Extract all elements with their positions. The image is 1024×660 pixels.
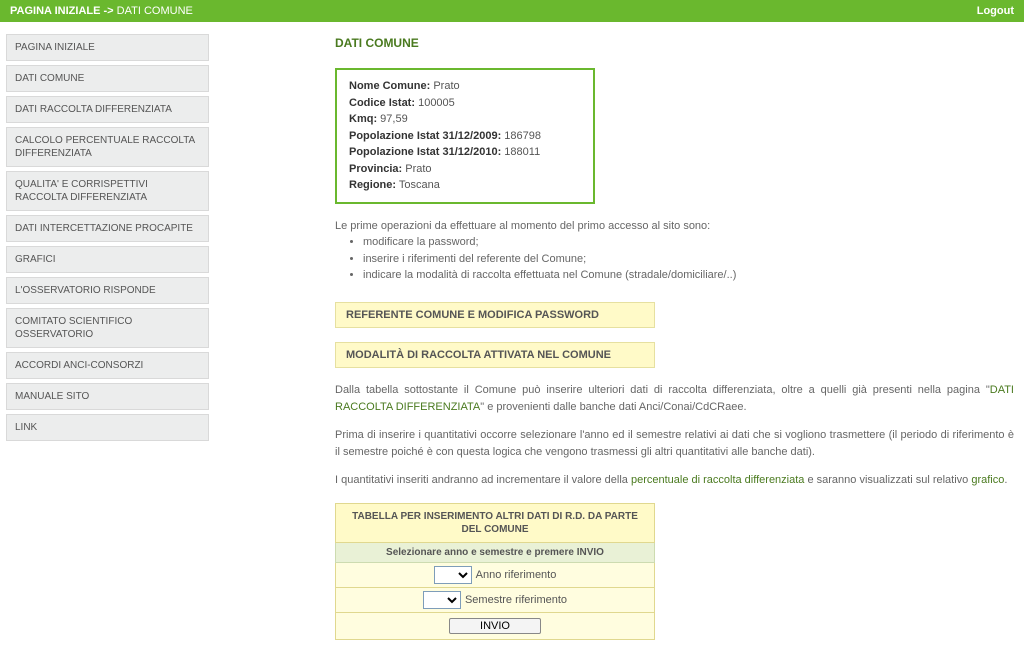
- insert-data-form: TABELLA PER INSERIMENTO ALTRI DATI DI R.…: [335, 503, 655, 640]
- sidebar-item-grafici[interactable]: GRAFICI: [6, 246, 209, 273]
- sidebar-item-calcolo-percentuale[interactable]: CALCOLO PERCENTUALE RACCOLTA DIFFERENZIA…: [6, 127, 209, 167]
- sidebar-item-dati-raccolta[interactable]: DATI RACCOLTA DIFFERENZIATA: [6, 96, 209, 123]
- breadcrumb-home[interactable]: PAGINA INIZIALE: [10, 5, 100, 17]
- info-pop2009-label: Popolazione Istat 31/12/2009:: [349, 130, 501, 142]
- paragraph-3: I quantitativi inseriti andranno ad incr…: [335, 472, 1014, 490]
- sidebar-item-link[interactable]: LINK: [6, 414, 209, 441]
- info-kmq-label: Kmq:: [349, 113, 377, 125]
- info-pop2010-value: 188011: [504, 146, 540, 158]
- info-pop2009-value: 186798: [504, 130, 541, 142]
- page-title: DATI COMUNE: [335, 36, 1014, 50]
- anno-select[interactable]: [434, 566, 472, 584]
- invio-button[interactable]: INVIO: [449, 618, 541, 634]
- logout-link[interactable]: Logout: [977, 5, 1014, 17]
- sidebar-item-pagina-iniziale[interactable]: PAGINA INIZIALE: [6, 34, 209, 61]
- breadcrumb-sep: ->: [104, 5, 114, 17]
- form-header: TABELLA PER INSERIMENTO ALTRI DATI DI R.…: [336, 504, 655, 543]
- semestre-label: Semestre riferimento: [465, 594, 567, 606]
- breadcrumb: PAGINA INIZIALE -> DATI COMUNE: [10, 5, 193, 17]
- sidebar-item-comitato-scientifico[interactable]: COMITATO SCIENTIFICO OSSERVATORIO: [6, 308, 209, 348]
- main-content: DATI COMUNE Nome Comune: Prato Codice Is…: [215, 22, 1024, 660]
- sidebar-item-qualita-corrispettivi[interactable]: QUALITA' E CORRISPETTIVI RACCOLTA DIFFER…: [6, 171, 209, 211]
- paragraph-1: Dalla tabella sottostante il Comune può …: [335, 382, 1014, 417]
- intro-item-3: indicare la modalità di raccolta effettu…: [363, 267, 765, 284]
- breadcrumb-current: DATI COMUNE: [117, 5, 193, 17]
- intro-lead: Le prime operazioni da effettuare al mom…: [335, 218, 765, 235]
- sidebar-item-osservatorio-risponde[interactable]: L'OSSERVATORIO RISPONDE: [6, 277, 209, 304]
- sidebar-item-dati-comune[interactable]: DATI COMUNE: [6, 65, 209, 92]
- anno-label: Anno riferimento: [476, 569, 557, 581]
- intro-item-1: modificare la password;: [363, 234, 765, 251]
- info-regione-value: Toscana: [399, 179, 440, 191]
- topbar: PAGINA INIZIALE -> DATI COMUNE Logout: [0, 0, 1024, 22]
- info-regione-label: Regione:: [349, 179, 396, 191]
- paragraph-2: Prima di inserire i quantitativi occorre…: [335, 427, 1014, 462]
- info-nome-comune-value: Prato: [433, 80, 459, 92]
- sidebar-item-accordi-anci[interactable]: ACCORDI ANCI-CONSORZI: [6, 352, 209, 379]
- sidebar-item-dati-intercettazione[interactable]: DATI INTERCETTAZIONE PROCAPITE: [6, 215, 209, 242]
- info-kmq-value: 97,59: [380, 113, 408, 125]
- info-pop2010-label: Popolazione Istat 31/12/2010:: [349, 146, 501, 158]
- referente-password-bar[interactable]: REFERENTE COMUNE E MODIFICA PASSWORD: [335, 302, 655, 328]
- form-subheader: Selezionare anno e semestre e premere IN…: [336, 543, 655, 563]
- grafico-link[interactable]: grafico: [971, 474, 1004, 486]
- comune-infobox: Nome Comune: Prato Codice Istat: 100005 …: [335, 68, 595, 204]
- info-codice-istat-value: 100005: [418, 97, 455, 109]
- info-codice-istat-label: Codice Istat:: [349, 97, 415, 109]
- modalita-raccolta-bar[interactable]: MODALITÀ DI RACCOLTA ATTIVATA NEL COMUNE: [335, 342, 655, 368]
- intro-text: Le prime operazioni da effettuare al mom…: [335, 218, 765, 284]
- sidebar-item-manuale-sito[interactable]: MANUALE SITO: [6, 383, 209, 410]
- intro-item-2: inserire i riferimenti del referente del…: [363, 251, 765, 268]
- semestre-select[interactable]: [423, 591, 461, 609]
- percentuale-link[interactable]: percentuale di raccolta differenziata: [631, 474, 804, 486]
- info-provincia-label: Provincia:: [349, 163, 402, 175]
- info-nome-comune-label: Nome Comune:: [349, 80, 430, 92]
- info-provincia-value: Prato: [405, 163, 431, 175]
- sidebar: PAGINA INIZIALE DATI COMUNE DATI RACCOLT…: [0, 22, 215, 660]
